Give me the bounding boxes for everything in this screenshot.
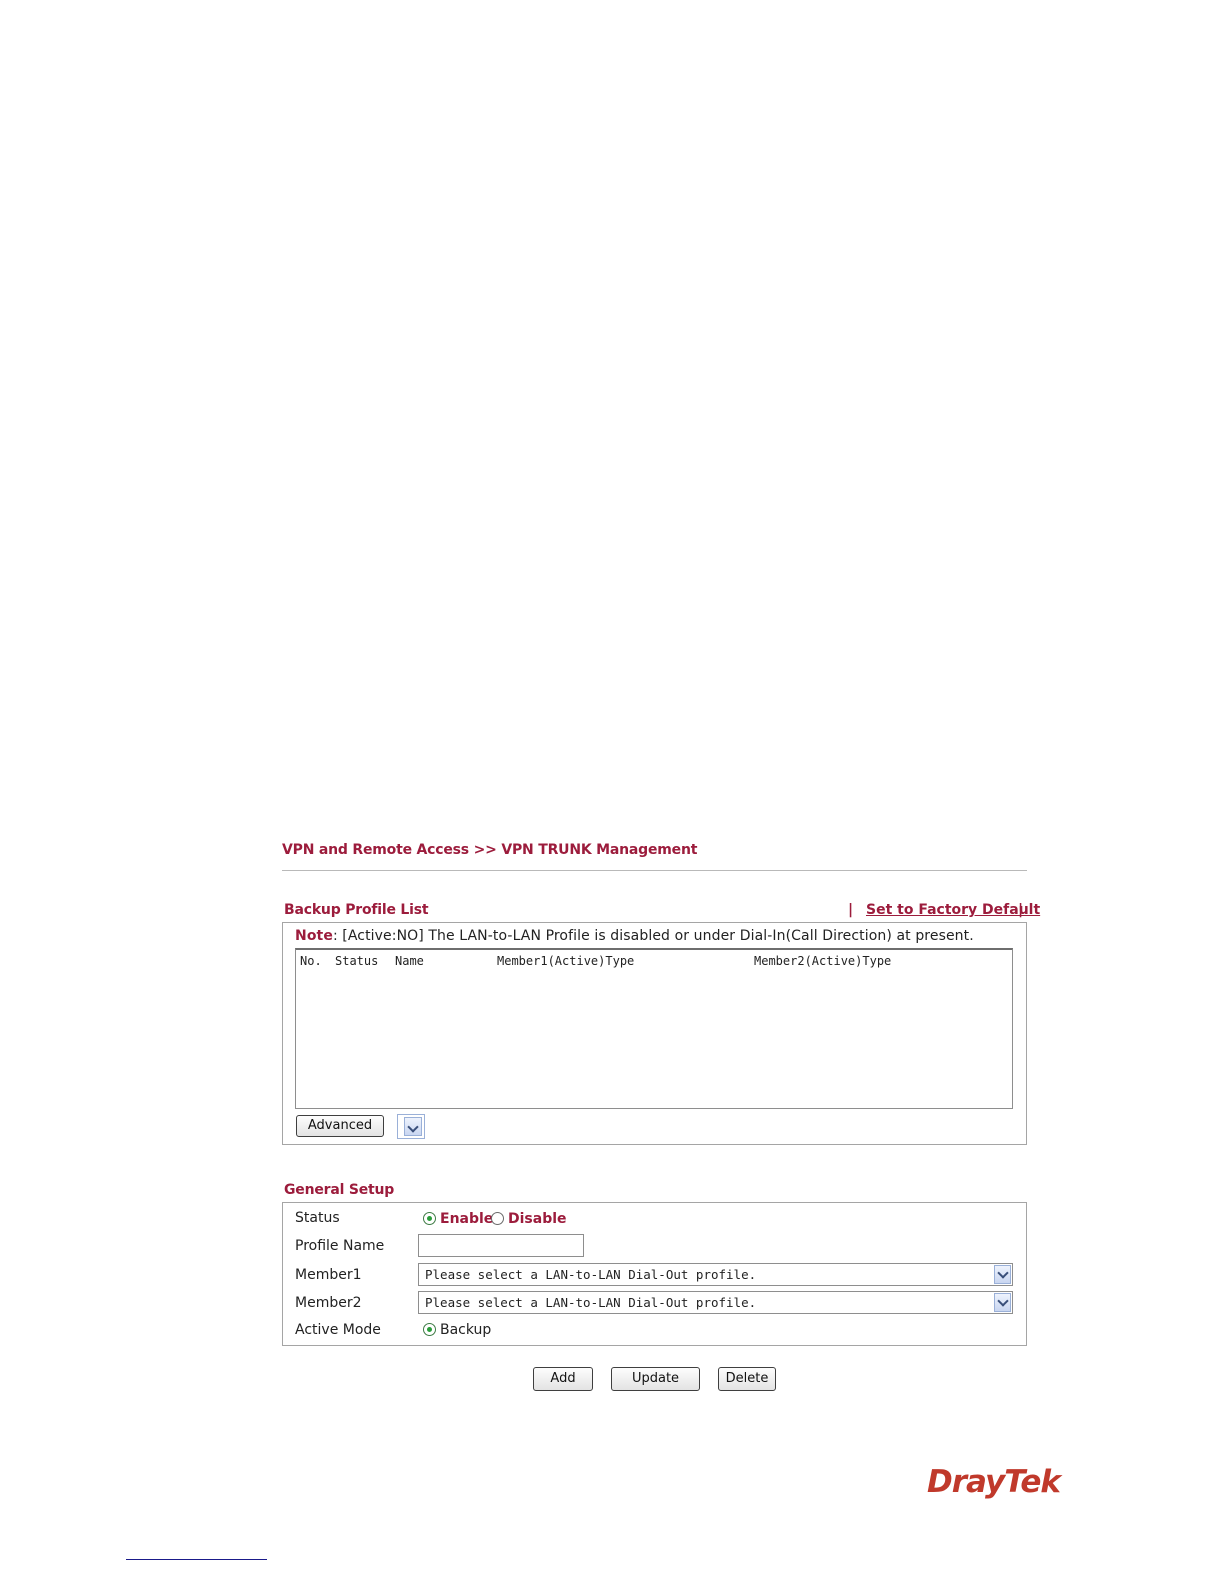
radio-unselected-icon[interactable] (491, 1212, 504, 1225)
profile-name-label: Profile Name (295, 1238, 385, 1254)
chevron-down-icon (997, 1295, 1009, 1307)
member1-select[interactable]: Please select a LAN-to-LAN Dial-Out prof… (418, 1263, 1013, 1286)
column-header-name: Name (395, 954, 424, 968)
status-label: Status (295, 1210, 340, 1226)
member2-label: Member2 (295, 1295, 362, 1311)
update-button[interactable]: Update (611, 1367, 700, 1391)
title-divider (282, 870, 1027, 871)
backup-profile-list-title: Backup Profile List (284, 902, 429, 918)
backup-profile-listbox[interactable]: No. Status Name Member1(Active)Type Memb… (295, 948, 1013, 1109)
add-button[interactable]: Add (533, 1367, 593, 1391)
page-title: VPN and Remote Access >> VPN TRUNK Manag… (282, 842, 698, 858)
member1-dropdown-arrow[interactable] (994, 1265, 1011, 1284)
note-message: : [Active:NO] The LAN-to-LAN Profile is … (332, 928, 974, 944)
member2-dropdown-arrow[interactable] (994, 1293, 1011, 1312)
member1-label: Member1 (295, 1267, 362, 1283)
link-separator-right: | (1018, 902, 1024, 918)
profile-name-input[interactable] (418, 1234, 584, 1257)
active-mode-backup-label[interactable]: Backup (440, 1322, 491, 1338)
column-header-member1: Member1(Active)Type (497, 954, 635, 968)
draytek-logo: DrayTek (927, 1464, 1061, 1500)
advanced-button[interactable]: Advanced (296, 1115, 384, 1137)
member1-selected-value: Please select a LAN-to-LAN Dial-Out prof… (425, 1267, 757, 1282)
radio-selected-icon[interactable] (423, 1323, 436, 1336)
advanced-dropdown[interactable] (397, 1114, 425, 1139)
status-enable-label[interactable]: Enable (440, 1211, 493, 1227)
active-mode-label: Active Mode (295, 1322, 381, 1338)
delete-button[interactable]: Delete (718, 1367, 776, 1391)
column-header-status: Status (335, 954, 379, 968)
column-header-member2: Member2(Active)Type (754, 954, 892, 968)
note-text: Note: [Active:NO] The LAN-to-LAN Profile… (295, 928, 974, 944)
chevron-down-icon (407, 1121, 419, 1133)
status-disable-label[interactable]: Disable (508, 1211, 567, 1227)
set-factory-default-link[interactable]: Set to Factory Default (866, 902, 1040, 918)
member2-selected-value: Please select a LAN-to-LAN Dial-Out prof… (425, 1295, 757, 1310)
chevron-down-icon (997, 1267, 1009, 1279)
note-label: Note (295, 928, 333, 944)
link-separator-left: | (848, 902, 854, 918)
general-setup-title: General Setup (284, 1182, 395, 1198)
dropdown-arrow[interactable] (404, 1117, 422, 1136)
column-header-no: No. (300, 954, 322, 968)
footer-divider (126, 1559, 267, 1560)
radio-selected-icon[interactable] (423, 1212, 436, 1225)
member2-select[interactable]: Please select a LAN-to-LAN Dial-Out prof… (418, 1291, 1013, 1314)
